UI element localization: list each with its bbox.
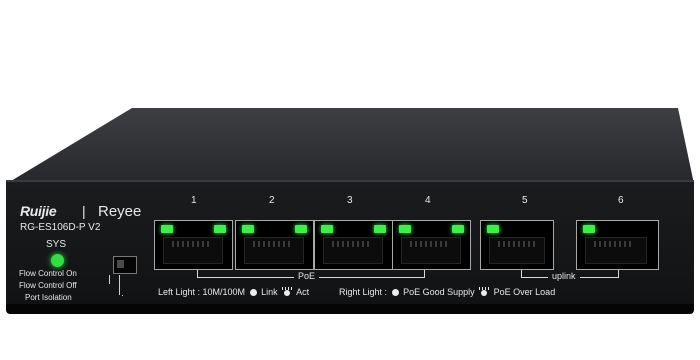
switch-guide-line [122, 295, 123, 296]
poe-good-text: PoE Good Supply [403, 287, 475, 297]
port-poe-led [374, 225, 386, 233]
solid-dot-icon [391, 289, 399, 296]
brand-ruijie-logo: Ruijie [20, 203, 57, 219]
blinking-light-icon [282, 287, 293, 296]
dip-switch-knob[interactable] [117, 260, 124, 268]
port-poe-led [295, 225, 307, 233]
jack-pins [498, 241, 538, 247]
brand-reyee-logo: Reyee [98, 203, 142, 220]
ethernet-port-2[interactable] [235, 220, 314, 270]
rj45-jack [163, 237, 223, 264]
port-poe-led [214, 225, 226, 233]
blinking-light-icon [479, 287, 490, 296]
poe-group-label: PoE [294, 271, 320, 281]
port-isolation-label: Port Isolation [25, 293, 72, 302]
ethernet-port-1[interactable] [154, 220, 233, 270]
link-text: Link [261, 287, 278, 297]
rj45-jack [585, 237, 647, 264]
port-number-4: 4 [425, 195, 431, 206]
port-link-led [583, 225, 595, 233]
poe-over-text: PoE Over Load [493, 287, 556, 297]
port-number-3: 3 [347, 195, 353, 206]
port-number-2: 2 [269, 195, 275, 206]
device-front-panel: Ruijie | Reyee RG-ES106D-P V2 SYS Flow C… [6, 180, 694, 308]
solid-dot-icon [249, 289, 257, 296]
ethernet-port-3[interactable] [314, 220, 393, 270]
sys-led [51, 254, 64, 267]
port-number-5: 5 [522, 195, 528, 206]
jack-pins [594, 241, 634, 247]
brand-separator: | [82, 203, 86, 219]
device-bottom-edge [6, 304, 694, 314]
uplink-group-label: uplink [548, 271, 580, 281]
flow-control-on-label: Flow Control On [19, 269, 77, 278]
jack-pins [332, 241, 372, 247]
ethernet-port-5[interactable] [480, 220, 554, 270]
port-link-led [161, 225, 173, 233]
rj45-jack [489, 237, 545, 264]
mode-dip-switch[interactable] [113, 256, 137, 274]
rj45-jack [244, 237, 304, 264]
right-light-legend: Right Light : PoE Good Supply PoE Over L… [339, 287, 555, 297]
sys-label: SYS [46, 239, 67, 250]
jack-pins [253, 241, 293, 247]
port-link-led [399, 225, 411, 233]
port-number-6: 6 [618, 195, 624, 206]
ethernet-port-4[interactable] [392, 220, 471, 270]
left-light-text: Left Light : 10M/100M [158, 287, 246, 297]
jack-pins [172, 241, 212, 247]
rj45-jack [401, 237, 461, 264]
model-label: RG-ES106D-P V2 [20, 222, 101, 233]
port-poe-led [452, 225, 464, 233]
switch-guide-line [109, 283, 110, 284]
rj45-jack [323, 237, 383, 264]
right-light-text: Right Light : [339, 287, 388, 297]
left-light-legend: Left Light : 10M/100M Link Act [158, 287, 309, 297]
switch-guide-line [119, 275, 120, 295]
jack-pins [410, 241, 450, 247]
port-link-led [321, 225, 333, 233]
ethernet-port-6[interactable] [576, 220, 659, 270]
port-link-led [487, 225, 499, 233]
flow-control-off-label: Flow Control Off [19, 281, 77, 290]
act-text: Act [296, 287, 310, 297]
port-link-led [242, 225, 254, 233]
switch-guide-line [109, 275, 110, 283]
port-number-1: 1 [191, 195, 197, 206]
